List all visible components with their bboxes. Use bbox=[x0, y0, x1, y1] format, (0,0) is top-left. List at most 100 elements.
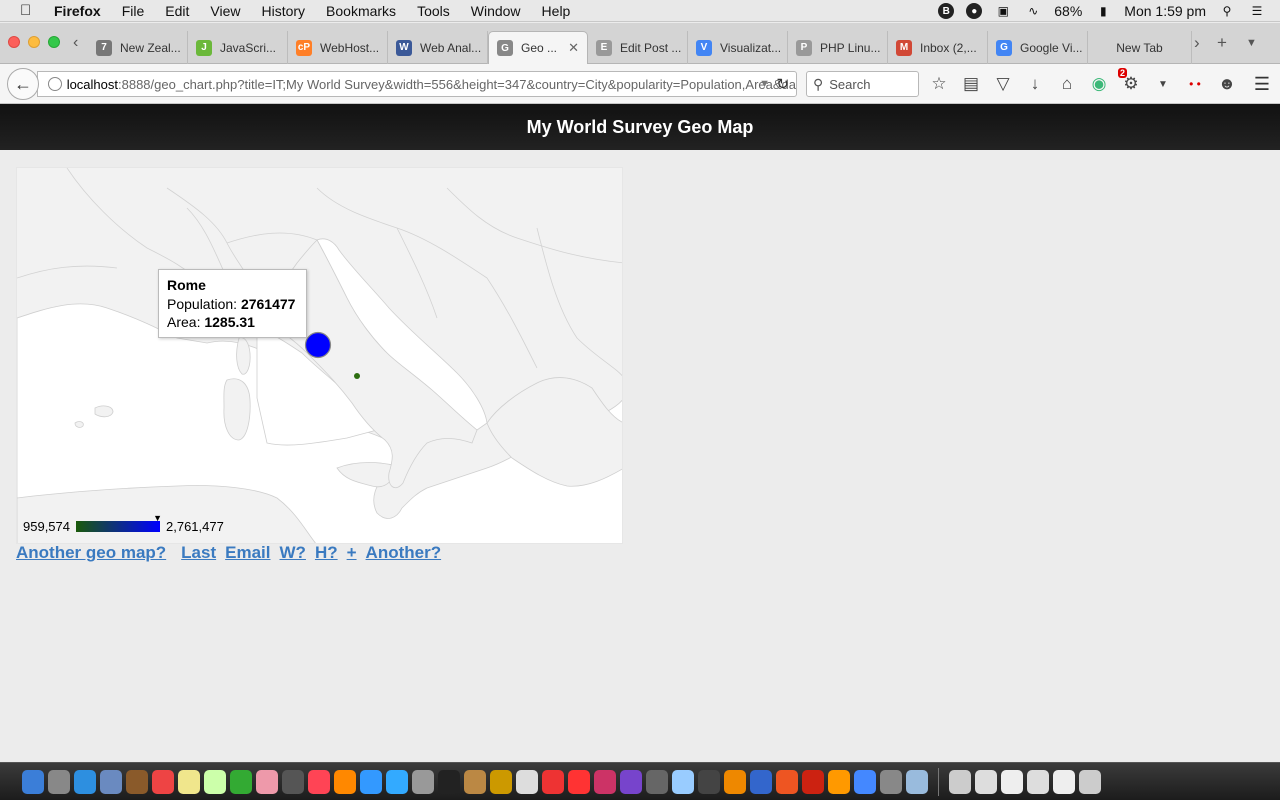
height-link[interactable]: H? bbox=[315, 543, 338, 563]
new-tab-plus-icon[interactable]: + bbox=[1217, 33, 1227, 53]
close-tab-icon[interactable]: ✕ bbox=[568, 40, 579, 56]
search-box[interactable]: ⚲ Search bbox=[806, 71, 919, 97]
menu-window[interactable]: Window bbox=[471, 3, 521, 19]
pocket-icon[interactable]: ▽ bbox=[992, 74, 1014, 94]
dock-app-icon[interactable] bbox=[230, 769, 252, 794]
city-marker-small[interactable] bbox=[354, 373, 360, 379]
dock-app-icon[interactable] bbox=[828, 769, 850, 794]
chat-extension-icon[interactable]: ☻ bbox=[1216, 74, 1238, 94]
zoom-window-button[interactable] bbox=[48, 36, 60, 48]
dock-app-icon[interactable] bbox=[152, 769, 174, 794]
url-history-dropdown-icon[interactable]: ▼ bbox=[759, 78, 770, 90]
menu-app-name[interactable]: Firefox bbox=[54, 3, 101, 19]
back-button[interactable]: ← bbox=[7, 68, 39, 100]
home-icon[interactable]: ⌂ bbox=[1056, 74, 1078, 94]
tab-5[interactable]: E Edit Post ... bbox=[588, 31, 688, 64]
tab-8[interactable]: M Inbox (2,... bbox=[888, 31, 988, 64]
battery-percent[interactable]: 68% bbox=[1054, 3, 1082, 19]
tab-0[interactable]: 7 New Zeal... bbox=[88, 31, 188, 64]
menu-help[interactable]: Help bbox=[542, 3, 571, 19]
plus-link[interactable]: + bbox=[347, 543, 357, 563]
dock-app-icon[interactable] bbox=[854, 769, 876, 794]
another-link[interactable]: Another? bbox=[366, 543, 442, 563]
dock-app-icon[interactable] bbox=[750, 769, 772, 794]
dock-app-icon[interactable] bbox=[724, 769, 746, 794]
dock-app-icon[interactable] bbox=[1001, 769, 1023, 794]
reading-list-icon[interactable]: ▤ bbox=[960, 74, 982, 94]
menu-view[interactable]: View bbox=[210, 3, 240, 19]
audio-status-icon[interactable]: ▣ bbox=[994, 2, 1012, 20]
dock-app-icon[interactable] bbox=[1053, 769, 1075, 794]
dock-app-icon[interactable] bbox=[282, 769, 304, 794]
dock-app-icon[interactable] bbox=[620, 769, 642, 794]
minimize-window-button[interactable] bbox=[28, 36, 40, 48]
dock-app-icon[interactable] bbox=[542, 769, 564, 794]
close-window-button[interactable] bbox=[8, 36, 20, 48]
dock-app-icon[interactable] bbox=[906, 769, 928, 794]
dock-app-icon[interactable] bbox=[178, 769, 200, 794]
dock-app-icon[interactable] bbox=[22, 769, 44, 794]
menu-edit[interactable]: Edit bbox=[165, 3, 189, 19]
dock-app-icon[interactable] bbox=[802, 769, 824, 794]
extension-badge-icon[interactable]: ⚙ 2 bbox=[1118, 68, 1142, 94]
hamburger-menu-icon[interactable]: ☰ bbox=[1254, 74, 1270, 95]
tab-10[interactable]: New Tab bbox=[1088, 31, 1192, 64]
extension-green-icon[interactable]: ◉ bbox=[1088, 74, 1110, 94]
tab-2[interactable]: cP WebHost... bbox=[288, 31, 388, 64]
spotlight-icon[interactable]: ⚲ bbox=[1218, 2, 1236, 20]
dock-app-icon[interactable] bbox=[646, 769, 668, 794]
dock-app-icon[interactable] bbox=[1079, 769, 1101, 794]
battery-icon[interactable]: ▮ bbox=[1094, 2, 1112, 20]
wifi-icon[interactable]: ∿ bbox=[1024, 2, 1042, 20]
menu-history[interactable]: History bbox=[261, 3, 305, 19]
dock-app-icon[interactable] bbox=[594, 769, 616, 794]
b-status-icon[interactable]: B bbox=[938, 3, 955, 19]
dock-app-icon[interactable] bbox=[490, 769, 512, 794]
clock[interactable]: Mon 1:59 pm bbox=[1124, 3, 1206, 19]
menu-tools[interactable]: Tools bbox=[417, 3, 450, 19]
notification-center-icon[interactable]: ☰ bbox=[1248, 2, 1266, 20]
dock-app-icon[interactable] bbox=[698, 769, 720, 794]
dock-app-icon[interactable] bbox=[776, 769, 798, 794]
tab-9[interactable]: G Google Vi... bbox=[988, 31, 1088, 64]
scroll-tabs-right-icon[interactable]: › bbox=[1194, 33, 1200, 53]
dock-app-icon[interactable] bbox=[308, 769, 330, 794]
dock-app-icon[interactable] bbox=[204, 769, 226, 794]
dock-app-icon[interactable] bbox=[334, 769, 356, 794]
width-link[interactable]: W? bbox=[280, 543, 306, 563]
tab-7[interactable]: P PHP Linu... bbox=[788, 31, 888, 64]
dock-app-icon[interactable] bbox=[412, 769, 434, 794]
dock-app-icon[interactable] bbox=[975, 769, 997, 794]
tab-list-dropdown-icon[interactable]: ▼ bbox=[1246, 37, 1257, 49]
tab-6[interactable]: V Visualizat... bbox=[688, 31, 788, 64]
dock-app-icon[interactable] bbox=[949, 769, 971, 794]
dock-app-icon[interactable] bbox=[438, 769, 460, 794]
site-info-icon[interactable] bbox=[47, 77, 62, 91]
another-geo-map-link[interactable]: Another geo map? bbox=[16, 543, 166, 563]
dock-app-icon[interactable] bbox=[1027, 769, 1049, 794]
dock-app-icon[interactable] bbox=[74, 769, 96, 794]
dock-app-icon[interactable] bbox=[126, 769, 148, 794]
dock-app-icon[interactable] bbox=[256, 769, 278, 794]
rome-marker[interactable] bbox=[304, 331, 332, 359]
dock-app-icon[interactable] bbox=[568, 769, 590, 794]
extension-red-dots-icon[interactable]: • • bbox=[1184, 77, 1206, 91]
menu-file[interactable]: File bbox=[122, 3, 145, 19]
downloads-icon[interactable]: ↓ bbox=[1024, 74, 1046, 94]
extension-dropdown-icon[interactable]: ▼ bbox=[1152, 79, 1174, 90]
scroll-tabs-left-icon[interactable]: ‹ bbox=[73, 34, 78, 52]
url-bar[interactable]: localhost:8888/geo_chart.php?title=IT;My… bbox=[37, 71, 797, 97]
email-link[interactable]: Email bbox=[225, 543, 270, 563]
dock-app-icon[interactable] bbox=[386, 769, 408, 794]
tab-4[interactable]: G Geo ... ✕ bbox=[488, 31, 588, 64]
dock-app-icon[interactable] bbox=[100, 769, 122, 794]
last-link[interactable]: Last bbox=[181, 543, 216, 563]
circle-status-icon[interactable]: ● bbox=[966, 3, 983, 19]
dock-app-icon[interactable] bbox=[516, 769, 538, 794]
dock-app-icon[interactable] bbox=[48, 769, 70, 794]
menu-bookmarks[interactable]: Bookmarks bbox=[326, 3, 396, 19]
reload-icon[interactable]: ↻ bbox=[776, 75, 789, 93]
dock-app-icon[interactable] bbox=[464, 769, 486, 794]
geo-map[interactable]: Rome Population: 2761477 Area: 1285.31 9… bbox=[16, 167, 623, 544]
dock-app-icon[interactable] bbox=[880, 769, 902, 794]
